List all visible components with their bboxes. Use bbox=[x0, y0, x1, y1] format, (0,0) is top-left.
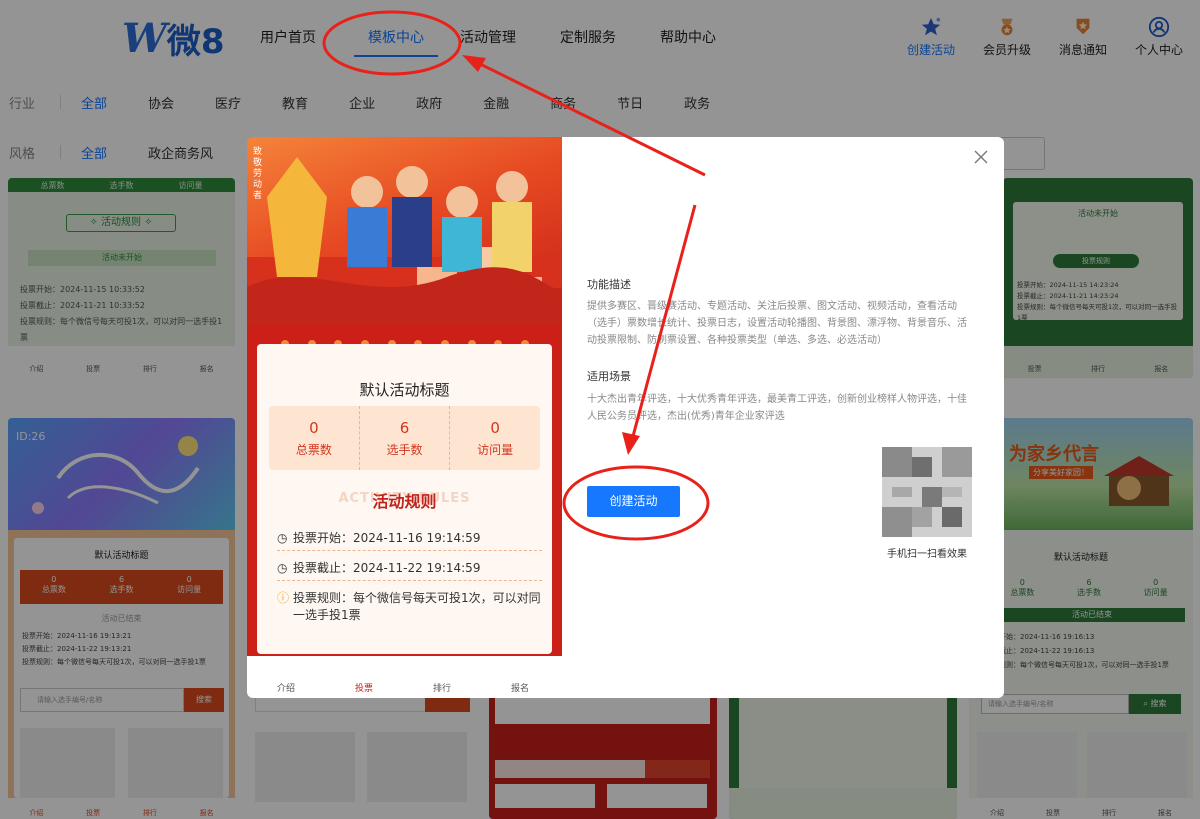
use-cases-title: 适用场景 bbox=[587, 370, 631, 383]
stat-label: 访问量 bbox=[477, 442, 514, 457]
poster-caption: 致敬劳动者 bbox=[253, 147, 263, 201]
activity-title: 默认活动标题 bbox=[359, 381, 450, 399]
stat-contestants: 6 选手数 bbox=[360, 406, 451, 470]
rules-title: 活动规则 bbox=[372, 492, 437, 511]
tab-rank[interactable]: 排行 bbox=[403, 681, 481, 694]
stat-label: 总票数 bbox=[295, 442, 332, 457]
poster-image: 致敬劳动者 bbox=[247, 137, 562, 325]
divider bbox=[277, 580, 542, 581]
template-preview-modal: 致敬劳动者 默认活动标题 0 总票数 6 选手数 0 访问量 ACTIVITY … bbox=[247, 137, 1004, 698]
stat-visits: 0 访问量 bbox=[450, 406, 540, 470]
vote-start-text: 投票开始：2024-11-16 19:14:59 bbox=[293, 531, 481, 545]
vote-end-text: 投票截止：2024-11-22 19:14:59 bbox=[293, 561, 481, 575]
vote-end-row: ◷ 投票截止：2024-11-22 19:14:59 bbox=[277, 560, 542, 577]
info-icon: ⓘ bbox=[277, 591, 290, 605]
activity-stats: 0 总票数 6 选手数 0 访问量 bbox=[269, 406, 540, 470]
qr-code bbox=[882, 447, 972, 537]
stat-total-votes: 0 总票数 bbox=[269, 406, 360, 470]
poster-art bbox=[247, 157, 562, 325]
stat-value: 0 bbox=[309, 418, 319, 437]
divider bbox=[277, 550, 542, 551]
tab-signup[interactable]: 报名 bbox=[481, 681, 559, 694]
create-activity-button[interactable]: 创建活动 bbox=[587, 486, 680, 517]
qr-caption: 手机扫一扫看效果 bbox=[887, 549, 967, 560]
function-description-text: 提供多赛区、晋级赛活动、专题活动、关注后投票、图文活动、视频活动，查看活动（选手… bbox=[587, 301, 967, 346]
mobile-preview: 致敬劳动者 默认活动标题 0 总票数 6 选手数 0 访问量 ACTIVITY … bbox=[247, 137, 562, 698]
use-cases-text: 十大杰出青年评选，十大优秀青年评选，最美青工评选，创新创业榜样人物评选，十佳人民… bbox=[587, 394, 967, 422]
tab-intro[interactable]: 介绍 bbox=[247, 681, 325, 694]
stat-value: 0 bbox=[490, 418, 500, 437]
stat-label: 选手数 bbox=[386, 442, 423, 457]
preview-tab-bar: 介绍 投票 排行 报名 bbox=[247, 656, 562, 698]
vote-rule-text: 投票规则：每个微信号每天可投1次，可以对同一选手投1票 bbox=[293, 591, 541, 622]
clock-icon: ◷ bbox=[277, 561, 288, 575]
stat-value: 6 bbox=[399, 418, 410, 437]
preview-content-paper: 默认活动标题 0 总票数 6 选手数 0 访问量 ACTIVITY RULES … bbox=[257, 344, 552, 654]
function-description-title: 功能描述 bbox=[587, 278, 631, 291]
tab-vote[interactable]: 投票 bbox=[325, 681, 403, 694]
close-icon[interactable] bbox=[973, 149, 989, 165]
vote-start-row: ◷ 投票开始：2024-11-16 19:14:59 bbox=[277, 530, 542, 547]
vote-rule-row: ⓘ 投票规则：每个微信号每天可投1次，可以对同一选手投1票 bbox=[277, 590, 542, 624]
clock-icon: ◷ bbox=[277, 531, 288, 545]
